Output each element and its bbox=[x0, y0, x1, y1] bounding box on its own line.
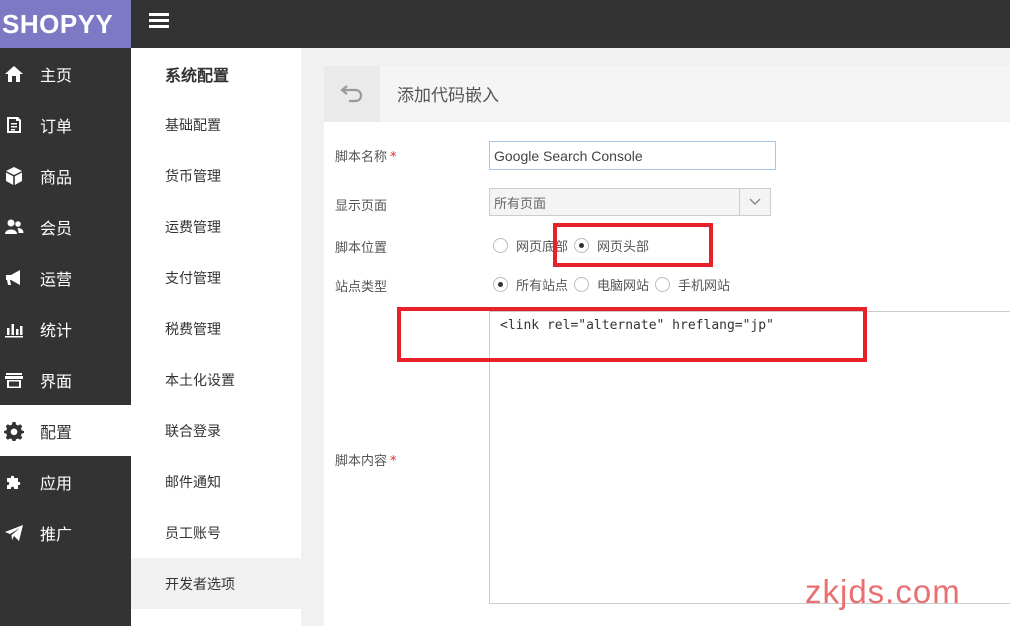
page-title: 添加代码嵌入 bbox=[397, 86, 499, 106]
watermark: zkjds.com bbox=[805, 573, 961, 610]
subnav-item-staff[interactable]: 员工账号 bbox=[131, 507, 301, 558]
paper-plane-icon bbox=[2, 521, 26, 545]
bar-chart-icon bbox=[2, 317, 26, 341]
subnav-item-currency[interactable]: 货币管理 bbox=[131, 150, 301, 201]
site-type-label: 站点类型 bbox=[335, 280, 388, 295]
sidebar-item-home[interactable]: 主页 bbox=[0, 48, 131, 99]
hamburger-icon[interactable] bbox=[149, 13, 169, 31]
subnav-item-tax[interactable]: 税费管理 bbox=[131, 303, 301, 354]
radio-circle-selected bbox=[574, 238, 590, 253]
panel-header: 添加代码嵌入 bbox=[324, 65, 1010, 122]
script-position-label: 脚本位置 bbox=[335, 241, 388, 256]
sidebar-item-label: 商品 bbox=[40, 167, 73, 187]
logo[interactable]: SHOPYY bbox=[0, 0, 131, 48]
content-panel: 添加代码嵌入 脚本名称* 显示页面 所有页面 脚本位置 网页底部 网页头部 站点… bbox=[324, 65, 1010, 626]
script-name-input[interactable] bbox=[489, 141, 776, 170]
sidebar-item-label: 统计 bbox=[40, 320, 73, 340]
sidebar-item-apps[interactable]: 应用 bbox=[0, 456, 131, 507]
radio-all-sites[interactable]: 所有站点 bbox=[493, 275, 568, 294]
subnav-title: 系统配置 bbox=[165, 65, 230, 85]
home-icon bbox=[2, 62, 26, 86]
sidebar-item-label: 界面 bbox=[40, 371, 73, 391]
sidebar-item-products[interactable]: 商品 bbox=[0, 150, 131, 201]
gear-icon bbox=[2, 419, 26, 443]
sidebar-item-config[interactable]: 配置 bbox=[0, 405, 131, 456]
sidebar-item-statistics[interactable]: 统计 bbox=[0, 303, 131, 354]
store-icon bbox=[2, 368, 26, 392]
sidebar-item-operations[interactable]: 运营 bbox=[0, 252, 131, 303]
sidebar-item-members[interactable]: 会员 bbox=[0, 201, 131, 252]
radio-desktop-site[interactable]: 电脑网站 bbox=[574, 275, 649, 294]
sidebar: 主页 订单 商品 会员 运营 统计 界面 配置 应用 推广 bbox=[0, 48, 131, 626]
sub-navigation: 系统配置 基础配置 货币管理 运费管理 支付管理 税费管理 本土化设置 联合登录… bbox=[131, 48, 301, 626]
script-name-label: 脚本名称 * bbox=[335, 150, 397, 165]
sidebar-item-orders[interactable]: 订单 bbox=[0, 99, 131, 150]
site-type-radio-group: 所有站点 电脑网站 手机网站 bbox=[493, 275, 736, 294]
radio-page-bottom[interactable]: 网页底部 bbox=[493, 236, 568, 255]
back-arrow-icon bbox=[340, 84, 363, 102]
box-icon bbox=[2, 164, 26, 188]
subnav-item-developer[interactable]: 开发者选项 bbox=[131, 558, 301, 609]
back-button[interactable] bbox=[324, 65, 380, 122]
display-page-label: 显示页面 bbox=[335, 199, 388, 214]
subnav-item-localization[interactable]: 本土化设置 bbox=[131, 354, 301, 405]
puzzle-icon bbox=[2, 470, 26, 494]
order-icon bbox=[2, 113, 26, 137]
script-position-radio-group: 网页底部 网页头部 bbox=[493, 236, 655, 255]
subnav-item-payment[interactable]: 支付管理 bbox=[131, 252, 301, 303]
sidebar-item-label: 推广 bbox=[40, 524, 73, 544]
users-icon bbox=[2, 215, 26, 239]
chevron-down-icon bbox=[739, 189, 770, 215]
sidebar-item-label: 运营 bbox=[40, 269, 73, 289]
display-page-select[interactable]: 所有页面 bbox=[489, 188, 771, 216]
radio-mobile-site[interactable]: 手机网站 bbox=[655, 275, 730, 294]
sidebar-item-label: 主页 bbox=[40, 65, 73, 85]
sidebar-item-label: 配置 bbox=[40, 422, 73, 442]
sidebar-item-label: 会员 bbox=[40, 218, 73, 238]
megaphone-icon bbox=[2, 266, 26, 290]
radio-circle bbox=[574, 277, 590, 292]
script-content-textarea[interactable]: <link rel="alternate" hreflang="jp" bbox=[489, 311, 1010, 604]
subnav-item-email[interactable]: 邮件通知 bbox=[131, 456, 301, 507]
subnav-item-shipping[interactable]: 运费管理 bbox=[131, 201, 301, 252]
sidebar-item-label: 订单 bbox=[40, 116, 73, 136]
radio-circle bbox=[655, 277, 671, 292]
sidebar-item-promotion[interactable]: 推广 bbox=[0, 507, 131, 558]
radio-circle bbox=[493, 238, 508, 253]
script-content-label: 脚本内容 * bbox=[335, 454, 397, 469]
sidebar-item-interface[interactable]: 界面 bbox=[0, 354, 131, 405]
radio-page-head[interactable]: 网页头部 bbox=[574, 236, 649, 255]
subnav-item-social-login[interactable]: 联合登录 bbox=[131, 405, 301, 456]
display-page-value: 所有页面 bbox=[494, 196, 547, 212]
sidebar-item-label: 应用 bbox=[40, 473, 73, 493]
subnav-item-basic[interactable]: 基础配置 bbox=[131, 99, 301, 150]
top-bar bbox=[131, 0, 1010, 48]
radio-circle-selected bbox=[493, 277, 508, 292]
